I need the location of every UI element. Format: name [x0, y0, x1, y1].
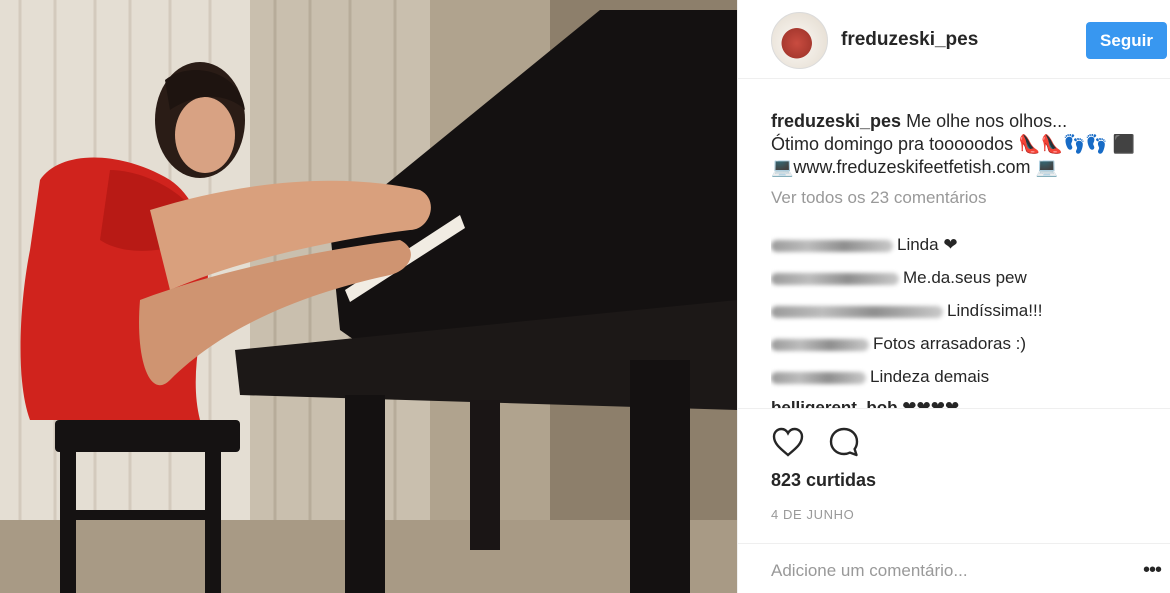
comment-item: Me.da.seus pew [771, 268, 1027, 288]
more-icon[interactable]: ••• [1143, 559, 1162, 582]
follow-button[interactable]: Seguir [1086, 22, 1167, 59]
blurred-username [771, 338, 869, 351]
actions-bar: 823 curtidas 4 DE JUNHO [738, 408, 1170, 522]
comment-text: Lindeza demais [870, 367, 990, 386]
caption-line-3[interactable]: 💻www.freduzeskifeetfetish.com 💻 [771, 157, 1058, 177]
comment-text: Lindíssima!!! [947, 301, 1043, 320]
post-header: freduzeski_pes Seguir [738, 0, 1170, 79]
comment-item: Lindíssima!!! [771, 301, 1042, 321]
comment-text: Fotos arrasadoras :) [873, 334, 1027, 353]
comment-item: Lindeza demais [771, 367, 989, 387]
caption-username[interactable]: freduzeski_pes [771, 111, 901, 131]
post-date: 4 DE JUNHO [771, 507, 855, 522]
blurred-username [771, 272, 899, 285]
caption-line-1: Me olhe nos olhos... [906, 111, 1068, 131]
comment-text: belligerent_bob ❤❤❤❤ [771, 398, 960, 408]
comment-icon[interactable] [828, 426, 860, 458]
comment-text: Me.da.seus pew [903, 268, 1027, 287]
comment-item: Fotos arrasadoras :) [771, 334, 1026, 354]
add-comment-input[interactable]: Adicione um comentário... [771, 561, 968, 581]
post-sidebar: freduzeski_pes Seguir freduzeski_pes Me … [737, 0, 1170, 593]
view-all-comments-link[interactable]: Ver todos os 23 comentários [771, 188, 1167, 208]
caption: freduzeski_pes Me olhe nos olhos... Ótim… [771, 110, 1167, 179]
comments-section: freduzeski_pes Me olhe nos olhos... Ótim… [771, 110, 1167, 408]
comment-item: belligerent_bob ❤❤❤❤ [771, 398, 959, 408]
comment-item: Linda ❤ [771, 235, 958, 255]
blurred-username [771, 371, 866, 384]
post-photo[interactable] [0, 0, 737, 593]
blurred-username [771, 239, 893, 252]
comment-text: Linda ❤ [897, 235, 958, 254]
caption-line-2: Ótimo domingo pra tooooodos 👠👠👣👣 ⬛ [771, 134, 1136, 154]
add-comment-bar: Adicione um comentário... ••• [738, 543, 1170, 593]
likes-count[interactable]: 823 curtidas [771, 470, 876, 491]
avatar[interactable] [771, 12, 828, 69]
blurred-username [771, 305, 943, 318]
header-username[interactable]: freduzeski_pes [841, 29, 978, 51]
photo-illustration [0, 0, 737, 593]
heart-icon[interactable] [771, 426, 805, 458]
